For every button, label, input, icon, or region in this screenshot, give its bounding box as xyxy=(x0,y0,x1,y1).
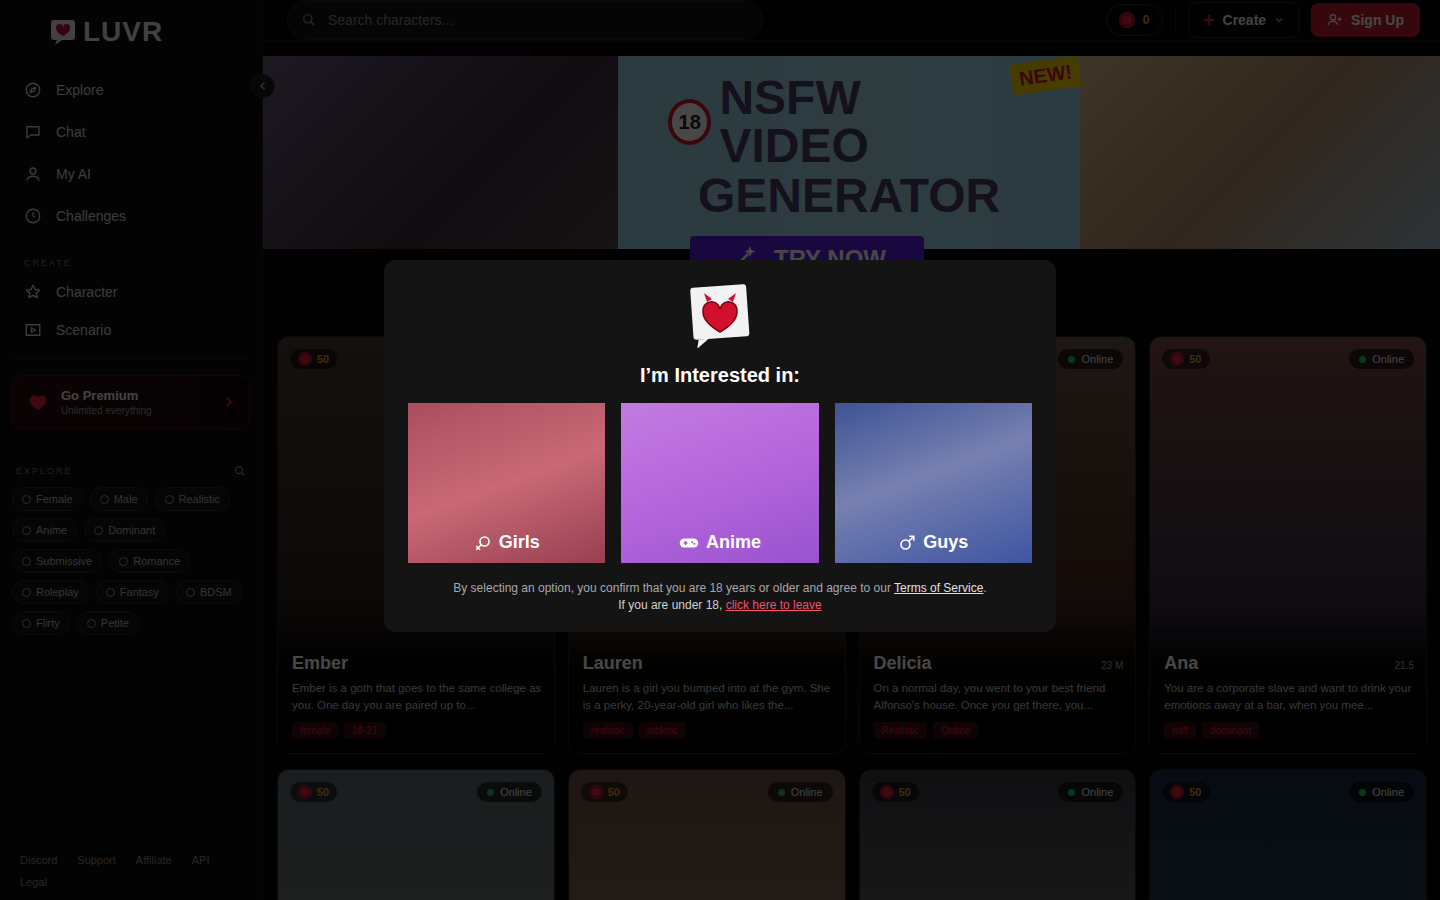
devil-heart-logo-icon xyxy=(687,282,753,348)
leave-link[interactable]: click here to leave xyxy=(726,598,822,612)
modal-title: I’m Interested in: xyxy=(640,364,800,387)
option-label: Anime xyxy=(679,532,761,553)
interest-option[interactable]: Girls xyxy=(408,403,605,563)
terms-link[interactable]: Terms of Service xyxy=(894,581,983,595)
female-icon xyxy=(474,534,492,552)
interest-option[interactable]: Guys xyxy=(835,403,1032,563)
option-label: Girls xyxy=(474,532,540,553)
option-label: Guys xyxy=(898,532,968,553)
under-age-note: If you are under 18, click here to leave xyxy=(618,598,821,612)
interest-options: Girls Anime Guys xyxy=(408,403,1032,563)
interest-option[interactable]: Anime xyxy=(621,403,818,563)
gamepad-icon xyxy=(679,534,699,552)
age-disclaimer: By selecting an option, you confirm that… xyxy=(453,581,986,595)
male-icon xyxy=(898,534,916,552)
interest-modal: I’m Interested in: Girls Anime Guys By s… xyxy=(384,260,1056,632)
